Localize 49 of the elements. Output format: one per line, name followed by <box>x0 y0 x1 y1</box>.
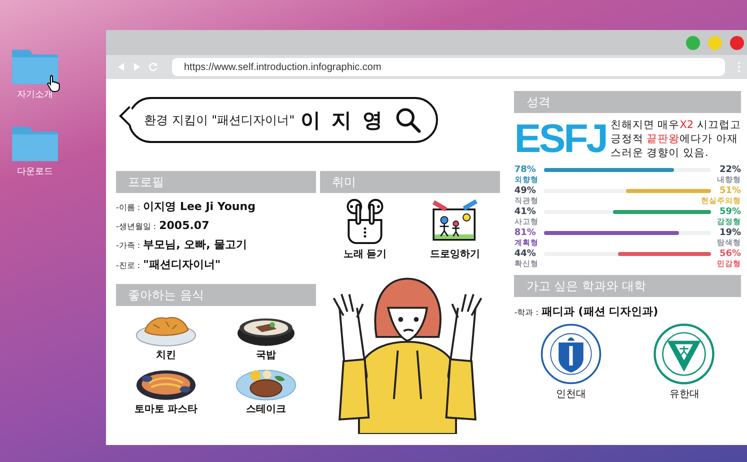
field-label: -생년월일 : <box>116 221 156 232</box>
field-label: -학과 : <box>514 307 538 318</box>
minimize-button[interactable] <box>708 36 722 50</box>
percent-text: 59% <box>718 207 741 217</box>
percent-text: 49% <box>514 186 537 196</box>
reload-icon[interactable] <box>148 62 158 72</box>
field-label: -진로 : <box>116 260 140 271</box>
maximize-button[interactable] <box>686 36 700 50</box>
university-name: 인천대 <box>556 388 586 401</box>
field-label: -가족 : <box>116 240 140 251</box>
field-value: 2005.07 <box>159 219 210 232</box>
percent-text: 51% <box>718 186 741 196</box>
field-value: 부모님, 오빠, 물고기 <box>143 237 248 252</box>
percent-text: 78% <box>514 165 537 175</box>
food-label: 치킨 <box>156 349 176 362</box>
percent-text: 19% <box>718 228 741 238</box>
university-seal-icon <box>653 323 716 385</box>
bubble-text: 환경 지킴이 "패션디자이너" <box>144 112 295 128</box>
percent-text: 81% <box>514 228 537 238</box>
percent-text: 56% <box>718 249 741 259</box>
personality-description: 친해지면 매우X2 시끄럽고 긍정적 끝판왕에다가 아재스러운 경향이 있음. <box>610 118 741 160</box>
hobby-label: 노래 듣기 <box>343 248 387 261</box>
field-value: "패션디자이너" <box>143 257 221 272</box>
folder-label[interactable]: 자기소개 <box>17 88 53 101</box>
address-bar[interactable]: https://www.self.introduction.infographic.com <box>172 58 725 76</box>
search-icon <box>394 107 421 133</box>
forward-icon[interactable] <box>132 62 142 72</box>
section-header: 좋아하는 음식 <box>116 284 316 306</box>
food-label: 국밥 <box>256 349 276 362</box>
university-seal-icon <box>540 323 602 385</box>
food-label: 토마토 파스타 <box>134 403 198 416</box>
section-header: 가고 싶은 학과와 대학 <box>514 275 741 297</box>
food-label: 스테이크 <box>246 403 286 416</box>
back-icon[interactable] <box>116 62 126 72</box>
percent-text: 22% <box>718 165 741 175</box>
percent-text: 44% <box>514 249 537 259</box>
name-text: 이 지 영 <box>300 106 385 134</box>
percent-text: 41% <box>514 207 537 217</box>
university-name: 유한대 <box>669 388 700 401</box>
hobby-label: 드로잉하기 <box>430 248 480 261</box>
field-label: -이름 : <box>116 202 140 213</box>
close-button[interactable] <box>730 36 744 50</box>
section-header: 성격 <box>514 91 741 113</box>
section-header: 취미 <box>320 171 500 193</box>
field-value: 패디과 (패션 디자인과) <box>541 304 658 319</box>
mbti-type: ESFJ <box>514 117 606 161</box>
field-value: 이지영 Lee Ji Young <box>143 199 256 214</box>
folder-label[interactable]: 다운로드 <box>17 165 53 178</box>
section-header: 프로필 <box>116 171 316 193</box>
